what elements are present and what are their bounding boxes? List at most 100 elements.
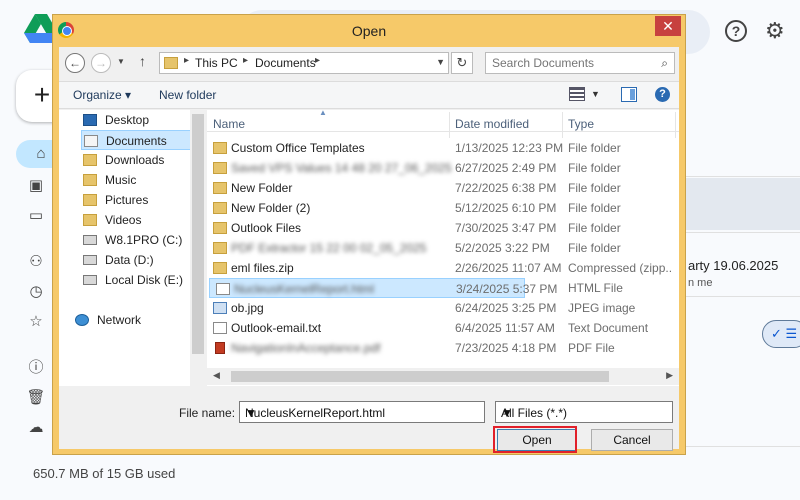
nav-item-music[interactable]: Music: [81, 170, 191, 190]
file-date: 7/30/2025 3:47 PM: [455, 221, 557, 235]
file-row[interactable]: Custom Office Templates 1/13/2025 12:23 …: [207, 138, 679, 158]
side-item-title[interactable]: arty 19.06.2025: [688, 258, 778, 273]
breadcrumb-separator-icon[interactable]: ▸: [315, 55, 320, 66]
file-name: New Folder: [231, 181, 293, 195]
file-row[interactable]: Saved VPS Values 14 48 20 27_06_2025 6/2…: [207, 158, 679, 178]
file-row[interactable]: PDF Extractor 15 22 00 02_05_2025 5/2/20…: [207, 238, 679, 258]
scroll-right-icon[interactable]: ▶: [666, 370, 673, 381]
file-name-input[interactable]: NucleusKernelReport.html ▼: [239, 401, 485, 423]
file-row[interactable]: New Folder (2) 5/12/2025 6:10 PM File fo…: [207, 198, 679, 218]
folder-icon: [213, 202, 227, 214]
file-date: 3/24/2025 5:37 PM: [456, 282, 558, 296]
file-row[interactable]: NavigationInAcceptance.pdf 7/23/2025 4:1…: [207, 338, 679, 358]
my-drive-nav-icon[interactable]: ▣: [16, 172, 56, 200]
file-type: Text Document: [568, 321, 649, 335]
preview-pane-icon[interactable]: [621, 87, 637, 102]
file-type: JPEG image: [568, 301, 636, 315]
column-header-name[interactable]: Name: [213, 117, 245, 131]
side-item-subtitle: n me: [688, 277, 713, 289]
starred-nav-icon[interactable]: ☆: [16, 308, 56, 336]
nav-item-label: Downloads: [105, 153, 165, 167]
open-button-highlight-box: [493, 426, 577, 453]
computers-nav-icon[interactable]: ▭: [16, 202, 56, 230]
file-row[interactable]: ob.jpg 6/24/2025 3:25 PM JPEG image: [207, 298, 679, 318]
nav-item-label: Desktop: [105, 113, 150, 127]
file-row[interactable]: New Folder 7/22/2025 6:38 PM File folder: [207, 178, 679, 198]
filter-chip[interactable]: ✓ ☰: [762, 320, 800, 348]
spam-nav-icon[interactable]: ⓘ: [16, 354, 56, 382]
file-list-horizontal-scrollbar[interactable]: ◀ ▶: [207, 368, 679, 385]
help-icon[interactable]: ?: [725, 20, 747, 42]
file-name: NavigationInAcceptance.pdf: [231, 338, 380, 358]
breadcrumb-this-pc[interactable]: This PC: [195, 56, 238, 70]
up-arrow-icon[interactable]: ↑: [139, 53, 146, 69]
nav-item-downloads[interactable]: Downloads: [81, 150, 191, 170]
nav-scrollbar-thumb[interactable]: [192, 114, 204, 354]
file-date: 6/24/2025 3:25 PM: [455, 301, 557, 315]
shared-nav-icon[interactable]: ⚇: [16, 248, 56, 276]
file-row[interactable]: Outlook Files 7/30/2025 3:47 PM File fol…: [207, 218, 679, 238]
panel-divider: [680, 176, 800, 177]
nav-item-videos[interactable]: Videos: [81, 210, 191, 230]
nav-item-drive-e[interactable]: Local Disk (E:): [81, 270, 191, 290]
file-list: ▲ Name Date modified Type Custom Office …: [207, 108, 679, 386]
storage-nav-icon[interactable]: ☁: [16, 414, 56, 442]
column-divider[interactable]: [449, 112, 450, 138]
file-row-selected[interactable]: NucleusKernelReport.html 3/24/2025 5:37 …: [209, 278, 557, 298]
storage-usage-text: 650.7 MB of 15 GB used: [33, 466, 176, 481]
address-bar[interactable]: ▸ This PC ▸ Documents ▸ ▼: [159, 52, 449, 74]
breadcrumb-separator-icon[interactable]: ▸: [184, 55, 189, 66]
view-options-chevron-icon[interactable]: ▼: [591, 89, 600, 99]
file-row[interactable]: Outlook-email.txt 6/4/2025 11:57 AM Text…: [207, 318, 679, 338]
search-input[interactable]: [486, 53, 646, 73]
jpeg-file-icon: [213, 302, 227, 314]
close-button[interactable]: ✕: [655, 16, 681, 36]
search-icon[interactable]: ⌕: [661, 56, 668, 71]
column-header-type[interactable]: Type: [568, 117, 594, 131]
forward-arrow-icon[interactable]: →: [91, 53, 111, 73]
file-type: File folder: [568, 181, 621, 195]
breadcrumb-documents[interactable]: Documents: [255, 56, 316, 70]
search-documents-field[interactable]: ⌕: [485, 52, 675, 74]
nav-item-desktop[interactable]: Desktop: [81, 110, 191, 130]
file-name: PDF Extractor 15 22 00 02_05_2025: [231, 238, 426, 258]
nav-item-network[interactable]: Network: [73, 310, 183, 330]
file-name: Outlook-email.txt: [231, 321, 322, 335]
horizontal-scrollbar-thumb[interactable]: [231, 371, 609, 382]
file-type-select[interactable]: All Files (*.*) ▼: [495, 401, 673, 423]
file-row[interactable]: eml files.zip 2/26/2025 11:07 AM Compres…: [207, 258, 679, 278]
file-name-dropdown-chevron-icon[interactable]: ▼: [245, 406, 480, 420]
dialog-titlebar[interactable]: Open ✕: [53, 15, 685, 47]
refresh-icon[interactable]: ↻: [451, 52, 473, 74]
sort-up-icon: ▲: [319, 108, 327, 117]
file-name: Outlook Files: [231, 221, 302, 235]
recent-locations-chevron-icon[interactable]: ▼: [117, 57, 125, 66]
music-icon: [83, 174, 97, 186]
organize-menu-button[interactable]: Organize ▾: [73, 88, 131, 102]
help-icon[interactable]: ?: [655, 87, 670, 102]
trash-nav-icon[interactable]: 🗑: [16, 384, 56, 412]
column-divider[interactable]: [675, 112, 676, 138]
panel-highlight-row[interactable]: [680, 178, 800, 230]
column-divider[interactable]: [562, 112, 563, 138]
nav-item-label: Music: [105, 173, 137, 187]
nav-item-documents[interactable]: Documents: [81, 130, 193, 150]
pdf-file-icon: [215, 342, 225, 354]
back-arrow-icon[interactable]: ←: [65, 53, 85, 73]
dialog-toolbar: Organize ▾ New folder ▼ ?: [59, 81, 679, 109]
breadcrumb-separator-icon[interactable]: ▸: [243, 55, 248, 66]
change-view-icon[interactable]: [569, 87, 585, 101]
folder-icon: [213, 182, 227, 194]
scroll-left-icon[interactable]: ◀: [213, 370, 220, 381]
network-icon: [75, 314, 89, 326]
nav-item-drive-c[interactable]: W8.1PRO (C:): [81, 230, 191, 250]
address-dropdown-chevron-icon[interactable]: ▼: [436, 57, 445, 67]
nav-item-pictures[interactable]: Pictures: [81, 190, 191, 210]
cancel-button[interactable]: Cancel: [591, 429, 673, 451]
column-header-date[interactable]: Date modified: [455, 117, 529, 131]
file-type-chevron-icon[interactable]: ▼: [501, 406, 667, 420]
settings-gear-icon[interactable]: ⚙: [765, 18, 785, 44]
recent-nav-icon[interactable]: ◷: [16, 278, 56, 306]
new-folder-button[interactable]: New folder: [159, 88, 216, 102]
nav-item-drive-d[interactable]: Data (D:): [81, 250, 191, 270]
